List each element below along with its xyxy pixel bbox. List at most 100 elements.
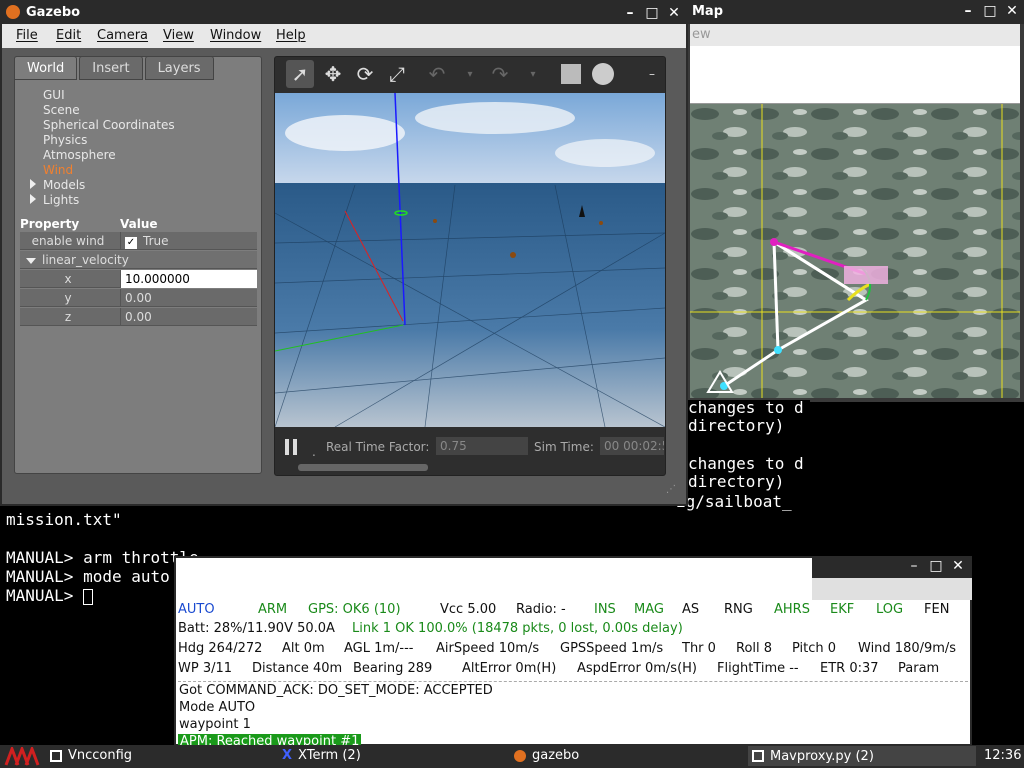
tree-item-wind[interactable]: Wind	[43, 163, 73, 177]
status-wp: WP 3/11	[178, 661, 233, 676]
collapse-arrow-icon[interactable]	[26, 258, 36, 264]
xterm-line: ig/sailboat_	[676, 492, 792, 511]
y-value-input[interactable]: 0.00	[120, 289, 257, 307]
map-menu-view[interactable]: ew	[692, 27, 711, 42]
tree-item-spherical[interactable]: Spherical Coordinates	[43, 118, 175, 132]
status-distance: Distance 40m	[252, 661, 343, 676]
xterm-line: MANUAL> mode auto	[6, 567, 170, 586]
menu-help[interactable]: Help	[276, 28, 306, 43]
prop-row-linear-velocity[interactable]: linear_velocity	[20, 251, 257, 269]
resize-grip-icon[interactable]: ⋰	[666, 484, 678, 496]
status-param: Param	[898, 661, 940, 676]
3d-scene-view[interactable]	[275, 93, 665, 427]
menu-window[interactable]: Window	[210, 28, 261, 43]
status-row-1: AUTO ARM GPS: OK6 (10) Vcc 5.00 Radio: -…	[178, 601, 968, 617]
xterm-line: MANUAL> arm throttle	[6, 548, 199, 567]
status-gpsspeed: GPSSpeed 1m/s	[560, 641, 664, 656]
select-mode-icon[interactable]: ➚	[286, 60, 314, 88]
status-as: AS	[682, 602, 700, 617]
tab-insert[interactable]: Insert	[79, 56, 143, 80]
chevron-down-icon[interactable]: ▾	[519, 60, 547, 88]
prop-group-label: linear_velocity	[42, 253, 129, 267]
status-row-3: Hdg 264/272 Alt 0m AGL 1m/--- AirSpeed 1…	[178, 641, 968, 659]
menu-camera[interactable]: Camera	[97, 28, 148, 43]
property-header: Property Value	[20, 217, 257, 232]
chevron-down-icon[interactable]: ▾	[456, 60, 484, 88]
status-agl: AGL 1m/---	[344, 641, 414, 656]
tree-item-models[interactable]: Models	[43, 178, 85, 192]
taskbar-item-gazebo[interactable]: gazebo	[514, 748, 579, 763]
gazebo-menubar: File Edit Camera View Window Help	[2, 24, 686, 48]
prop-row-enable-wind: enable wind ✓ True	[20, 232, 257, 250]
expand-arrow-icon[interactable]	[30, 179, 36, 189]
redo-icon[interactable]: ↷	[486, 60, 514, 88]
box-shape-icon[interactable]	[557, 60, 585, 88]
step-icon[interactable]: .	[312, 445, 316, 459]
checkbox-checked-icon[interactable]: ✓	[125, 237, 137, 249]
xterm-prompt[interactable]: MANUAL>	[6, 586, 94, 605]
window-icon	[50, 749, 62, 762]
map-canvas[interactable]	[690, 104, 1020, 398]
menu-edit[interactable]: Edit	[56, 28, 81, 43]
scale-mode-icon[interactable]: ⤢	[383, 60, 411, 88]
maximize-icon[interactable]: □	[928, 558, 944, 574]
status-vcc: Vcc 5.00	[440, 602, 497, 617]
map-titlebar[interactable]: Map – □ ✕	[686, 0, 1024, 24]
x-value-input[interactable]: 10.000000	[120, 270, 257, 288]
expand-arrow-icon[interactable]	[30, 194, 36, 204]
tree-item-scene[interactable]: Scene	[43, 103, 80, 117]
status-thr: Thr 0	[682, 641, 716, 656]
minimize-icon[interactable]: –	[622, 5, 638, 21]
status-aspderror: AspdError 0m/s(H)	[577, 661, 697, 676]
map-window-title: Map	[692, 4, 724, 19]
mavproxy-titlebar[interactable]: – □ ✕	[812, 556, 972, 578]
taskbar-item-xterm[interactable]: X XTerm (2)	[282, 748, 361, 763]
taskbar-item-vncconfig[interactable]: Vncconfig	[50, 748, 132, 763]
more-icon[interactable]: –	[638, 60, 666, 88]
maximize-icon[interactable]: □	[644, 5, 660, 21]
gazebo-window-title: Gazebo	[26, 5, 81, 20]
gazebo-titlebar[interactable]: Gazebo – □ ✕	[2, 2, 686, 24]
status-wind: Wind 180/9m/s	[858, 641, 957, 656]
tree-item-lights[interactable]: Lights	[43, 193, 79, 207]
z-value-input[interactable]: 0.00	[120, 308, 257, 326]
tab-world[interactable]: World	[14, 56, 78, 80]
tree-item-atmosphere[interactable]: Atmosphere	[43, 148, 116, 162]
status-ekf: EKF	[830, 602, 855, 617]
maximize-icon[interactable]: □	[982, 3, 998, 19]
status-fen: FEN	[924, 602, 950, 617]
status-mag: MAG	[634, 602, 664, 617]
value-col-header: Value	[120, 217, 158, 231]
minimize-icon[interactable]: –	[960, 3, 976, 19]
minimize-icon[interactable]: –	[906, 558, 922, 574]
sphere-shape-icon[interactable]	[589, 60, 617, 88]
close-icon[interactable]: ✕	[1004, 3, 1020, 19]
rtf-value: 0.75	[436, 437, 528, 455]
prop-value[interactable]: ✓ True	[120, 232, 257, 250]
property-col-header: Property	[20, 217, 80, 231]
undo-icon[interactable]: ↶	[423, 60, 451, 88]
map-toolbar	[690, 46, 1020, 104]
prop-label: x	[64, 272, 72, 286]
tab-layers[interactable]: Layers	[144, 56, 214, 80]
close-icon[interactable]: ✕	[950, 558, 966, 574]
rotate-mode-icon[interactable]: ⟳	[351, 60, 379, 88]
gazebo-icon	[514, 749, 526, 762]
status-radio: Radio: -	[516, 602, 566, 617]
close-icon[interactable]: ✕	[666, 5, 682, 21]
translate-mode-icon[interactable]: ✥	[319, 60, 347, 88]
tree-item-physics[interactable]: Physics	[43, 133, 87, 147]
tree-item-gui[interactable]: GUI	[43, 88, 65, 102]
menu-view[interactable]: View	[163, 28, 194, 43]
status-rng: RNG	[724, 602, 753, 617]
horizontal-scrollbar[interactable]	[298, 464, 428, 471]
status-batt: Batt: 28%/11.90V 50.0A	[178, 621, 335, 636]
app-menu-logo-icon[interactable]	[4, 744, 42, 766]
menu-file[interactable]: File	[16, 28, 38, 43]
prop-label: enable wind	[31, 234, 105, 248]
pause-icon[interactable]	[285, 439, 299, 455]
status-alt: Alt 0m	[282, 641, 325, 656]
taskbar-item-mavproxy[interactable]: Mavproxy.py (2)	[748, 746, 976, 766]
log-line: waypoint 1	[179, 717, 251, 732]
prop-row-z: z 0.00	[20, 308, 257, 326]
